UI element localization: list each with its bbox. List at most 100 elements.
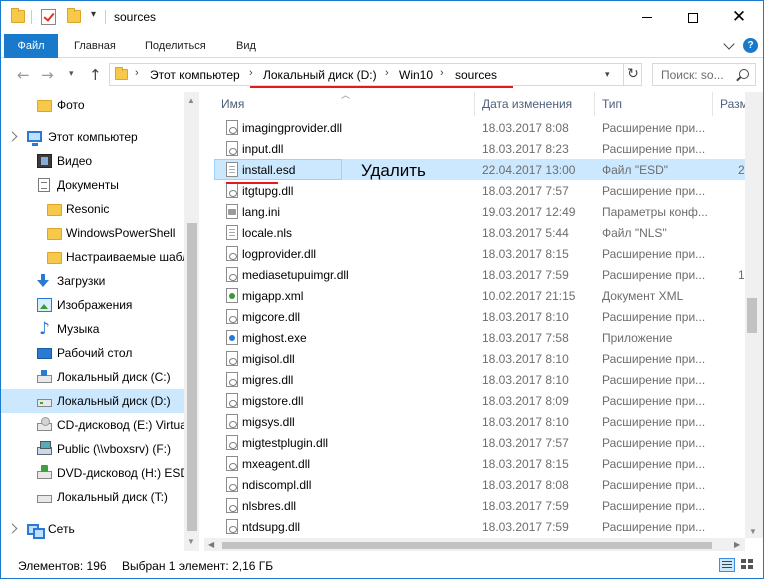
file-row[interactable]: locale.nls 18.03.2017 5:44 Файл "NLS"	[214, 222, 745, 243]
breadcrumb-separator-icon[interactable]: ›	[440, 67, 444, 79]
sidebar-item-downloads[interactable]: Загрузки	[1, 269, 184, 293]
column-header-type[interactable]: Тип	[602, 92, 622, 116]
file-row[interactable]: install.esd 22.04.2017 13:00 Файл "ESD" 2 2…	[214, 159, 745, 180]
tab-share[interactable]: Поделиться	[145, 34, 206, 58]
recent-locations-icon[interactable]: ▾	[69, 68, 74, 79]
sidebar-item-this-pc[interactable]: Этот компьютер	[1, 125, 184, 149]
file-name: migstore.dll	[242, 394, 304, 408]
scroll-right-arrow-icon[interactable]: ▶	[734, 540, 740, 549]
refresh-icon[interactable]: ↻	[623, 64, 642, 85]
column-header-date[interactable]: Дата изменения	[482, 92, 572, 116]
file-row[interactable]: nlsbres.dll 18.03.2017 7:59 Расширение при…	[214, 495, 745, 516]
file-type: Расширение при...	[602, 268, 706, 282]
file-row[interactable]: input.dll 18.03.2017 8:23 Расширение при..…	[214, 138, 745, 159]
sidebar-item-network[interactable]: Сеть	[1, 517, 184, 541]
breadcrumb-drive-d[interactable]: Локальный диск (D:)	[263, 68, 377, 82]
new-folder-quick-access-icon[interactable]	[67, 8, 81, 23]
file-row[interactable]: itgtupg.dll 18.03.2017 7:57 Расширение при…	[214, 180, 745, 201]
file-row[interactable]: mediasetupuimgr.dll 18.03.2017 7:59 Расшир…	[214, 264, 745, 285]
sidebar-item-label: CD-дисковод (E:) Virtua	[57, 418, 184, 432]
sidebar-item-music[interactable]: ♪ Музыка	[1, 317, 184, 341]
scroll-left-arrow-icon[interactable]: ◀	[208, 540, 214, 549]
file-row[interactable]: migapp.xml 10.02.2017 21:15 Документ XML	[214, 285, 745, 306]
sidebar-item-dvd-drive-h[interactable]: DVD-дисковод (H:) ESD	[1, 461, 184, 485]
expand-arrow-icon[interactable]	[7, 131, 18, 142]
sidebar-item-drive-d[interactable]: Локальный диск (D:)	[1, 389, 184, 413]
sidebar-scrollbar-thumb[interactable]	[187, 223, 197, 531]
file-date-modified: 18.03.2017 7:59	[482, 268, 569, 282]
sidebar-item-documents[interactable]: Документы	[1, 173, 184, 197]
sidebar-item-cd-drive-e[interactable]: CD-дисковод (E:) Virtua	[1, 413, 184, 437]
file-row[interactable]: ntdsupg.dll 18.03.2017 7:59 Расширение при…	[214, 516, 745, 537]
sidebar-item-photos[interactable]: Фото	[1, 93, 184, 117]
exe-file-icon	[226, 330, 238, 345]
file-row[interactable]: mxeagent.dll 18.03.2017 8:15 Расширение пр…	[214, 453, 745, 474]
file-row[interactable]: ndiscompl.dll 18.03.2017 8:08 Расширение п…	[214, 474, 745, 495]
sidebar-item-label: Сеть	[48, 522, 75, 536]
sidebar-item-windowspowershell[interactable]: WindowsPowerShell	[1, 221, 184, 245]
maximize-button[interactable]	[670, 1, 716, 34]
file-row[interactable]: imagingprovider.dll 18.03.2017 8:08 Расшир…	[214, 117, 745, 138]
help-icon[interactable]: ?	[743, 38, 758, 53]
minimize-button[interactable]	[624, 1, 670, 34]
column-divider[interactable]	[474, 92, 475, 116]
file-row[interactable]: migres.dll 18.03.2017 8:10 Расширение при.…	[214, 369, 745, 390]
expand-ribbon-icon[interactable]	[723, 38, 735, 50]
sidebar-item-drive-c[interactable]: Локальный диск (C:)	[1, 365, 184, 389]
sidebar-item-videos[interactable]: Видео	[1, 149, 184, 173]
file-row[interactable]: mighost.exe 18.03.2017 7:58 Приложение	[214, 327, 745, 348]
tab-home[interactable]: Главная	[74, 34, 116, 58]
breadcrumb-separator-icon[interactable]: ›	[249, 67, 253, 79]
horizontal-scrollbar-thumb[interactable]	[222, 542, 712, 549]
file-list-scrollbar-thumb[interactable]	[747, 298, 757, 333]
properties-quick-access-icon[interactable]	[41, 9, 56, 25]
file-name: ntdsupg.dll	[242, 520, 301, 534]
tab-file[interactable]: Файл	[4, 34, 58, 58]
up-arrow-icon[interactable]: ↑	[89, 66, 102, 84]
address-bar[interactable]: › Этот компьютер › Локальный диск (D:) ›…	[109, 63, 642, 86]
sidebar-item-desktop[interactable]: Рабочий стол	[1, 341, 184, 365]
column-divider[interactable]	[712, 92, 713, 116]
column-header-name[interactable]: Имя	[221, 92, 244, 116]
file-row[interactable]: migisol.dll 18.03.2017 8:10 Расширение при…	[214, 348, 745, 369]
file-row[interactable]: migstore.dll 18.03.2017 8:09 Расширение пр…	[214, 390, 745, 411]
sidebar-item-custom-templates[interactable]: Настраиваемые шабл	[1, 245, 184, 269]
file-row[interactable]: migsys.dll 18.03.2017 8:10 Расширение при.…	[214, 411, 745, 432]
scroll-down-arrow-icon[interactable]: ▼	[749, 527, 757, 536]
details-view-icon[interactable]	[719, 558, 735, 572]
breadcrumb-win10[interactable]: Win10	[399, 68, 433, 82]
breadcrumb-separator-icon[interactable]: ›	[135, 67, 139, 79]
expand-arrow-icon[interactable]	[7, 523, 18, 534]
sidebar-item-label: Рабочий стол	[57, 346, 133, 360]
file-row[interactable]: migcore.dll 18.03.2017 8:10 Расширение при…	[214, 306, 745, 327]
large-icons-view-icon[interactable]	[741, 559, 755, 571]
sidebar-item-drive-t[interactable]: Локальный диск (T:)	[1, 485, 184, 509]
file-type: Расширение при...	[602, 415, 706, 429]
forward-arrow-icon[interactable]: →	[41, 66, 54, 84]
file-row[interactable]: migtestplugin.dll 18.03.2017 7:57 Расширен…	[214, 432, 745, 453]
column-divider[interactable]	[594, 92, 595, 116]
file-row[interactable]: lang.ini 19.03.2017 12:49 Параметры конф..…	[214, 201, 745, 222]
sidebar-item-label: Локальный диск (D:)	[57, 394, 171, 408]
scroll-up-arrow-icon[interactable]: ▲	[187, 96, 195, 105]
scroll-down-arrow-icon[interactable]: ▼	[187, 537, 195, 546]
sidebar-item-label: Документы	[57, 178, 119, 192]
breadcrumb-sources[interactable]: sources	[455, 68, 497, 82]
close-button[interactable]: ✕	[716, 1, 762, 34]
breadcrumb-separator-icon[interactable]: ›	[385, 67, 389, 79]
column-header-size[interactable]: Разм	[720, 92, 745, 116]
sidebar-item-label: Видео	[57, 154, 93, 168]
tab-view[interactable]: Вид	[236, 34, 256, 58]
sidebar-item-pictures[interactable]: Изображения	[1, 293, 184, 317]
sidebar-item-network-drive-f[interactable]: Public (\\vboxsrv) (F:)	[1, 437, 184, 461]
file-row[interactable]: logprovider.dll 18.03.2017 8:15 Расширение…	[214, 243, 745, 264]
breadcrumb-this-pc[interactable]: Этот компьютер	[150, 68, 240, 82]
search-input[interactable]: Поиск: so...	[652, 63, 756, 86]
sidebar-item-resonic[interactable]: Resonic	[1, 197, 184, 221]
back-arrow-icon[interactable]: ←	[17, 66, 30, 84]
ini-file-icon	[226, 204, 238, 219]
music-icon: ♪	[39, 319, 50, 339]
address-dropdown-icon[interactable]: ▾	[605, 69, 610, 80]
customize-quick-access-icon[interactable]: ▾	[91, 9, 101, 23]
file-name: itgtupg.dll	[242, 184, 294, 198]
